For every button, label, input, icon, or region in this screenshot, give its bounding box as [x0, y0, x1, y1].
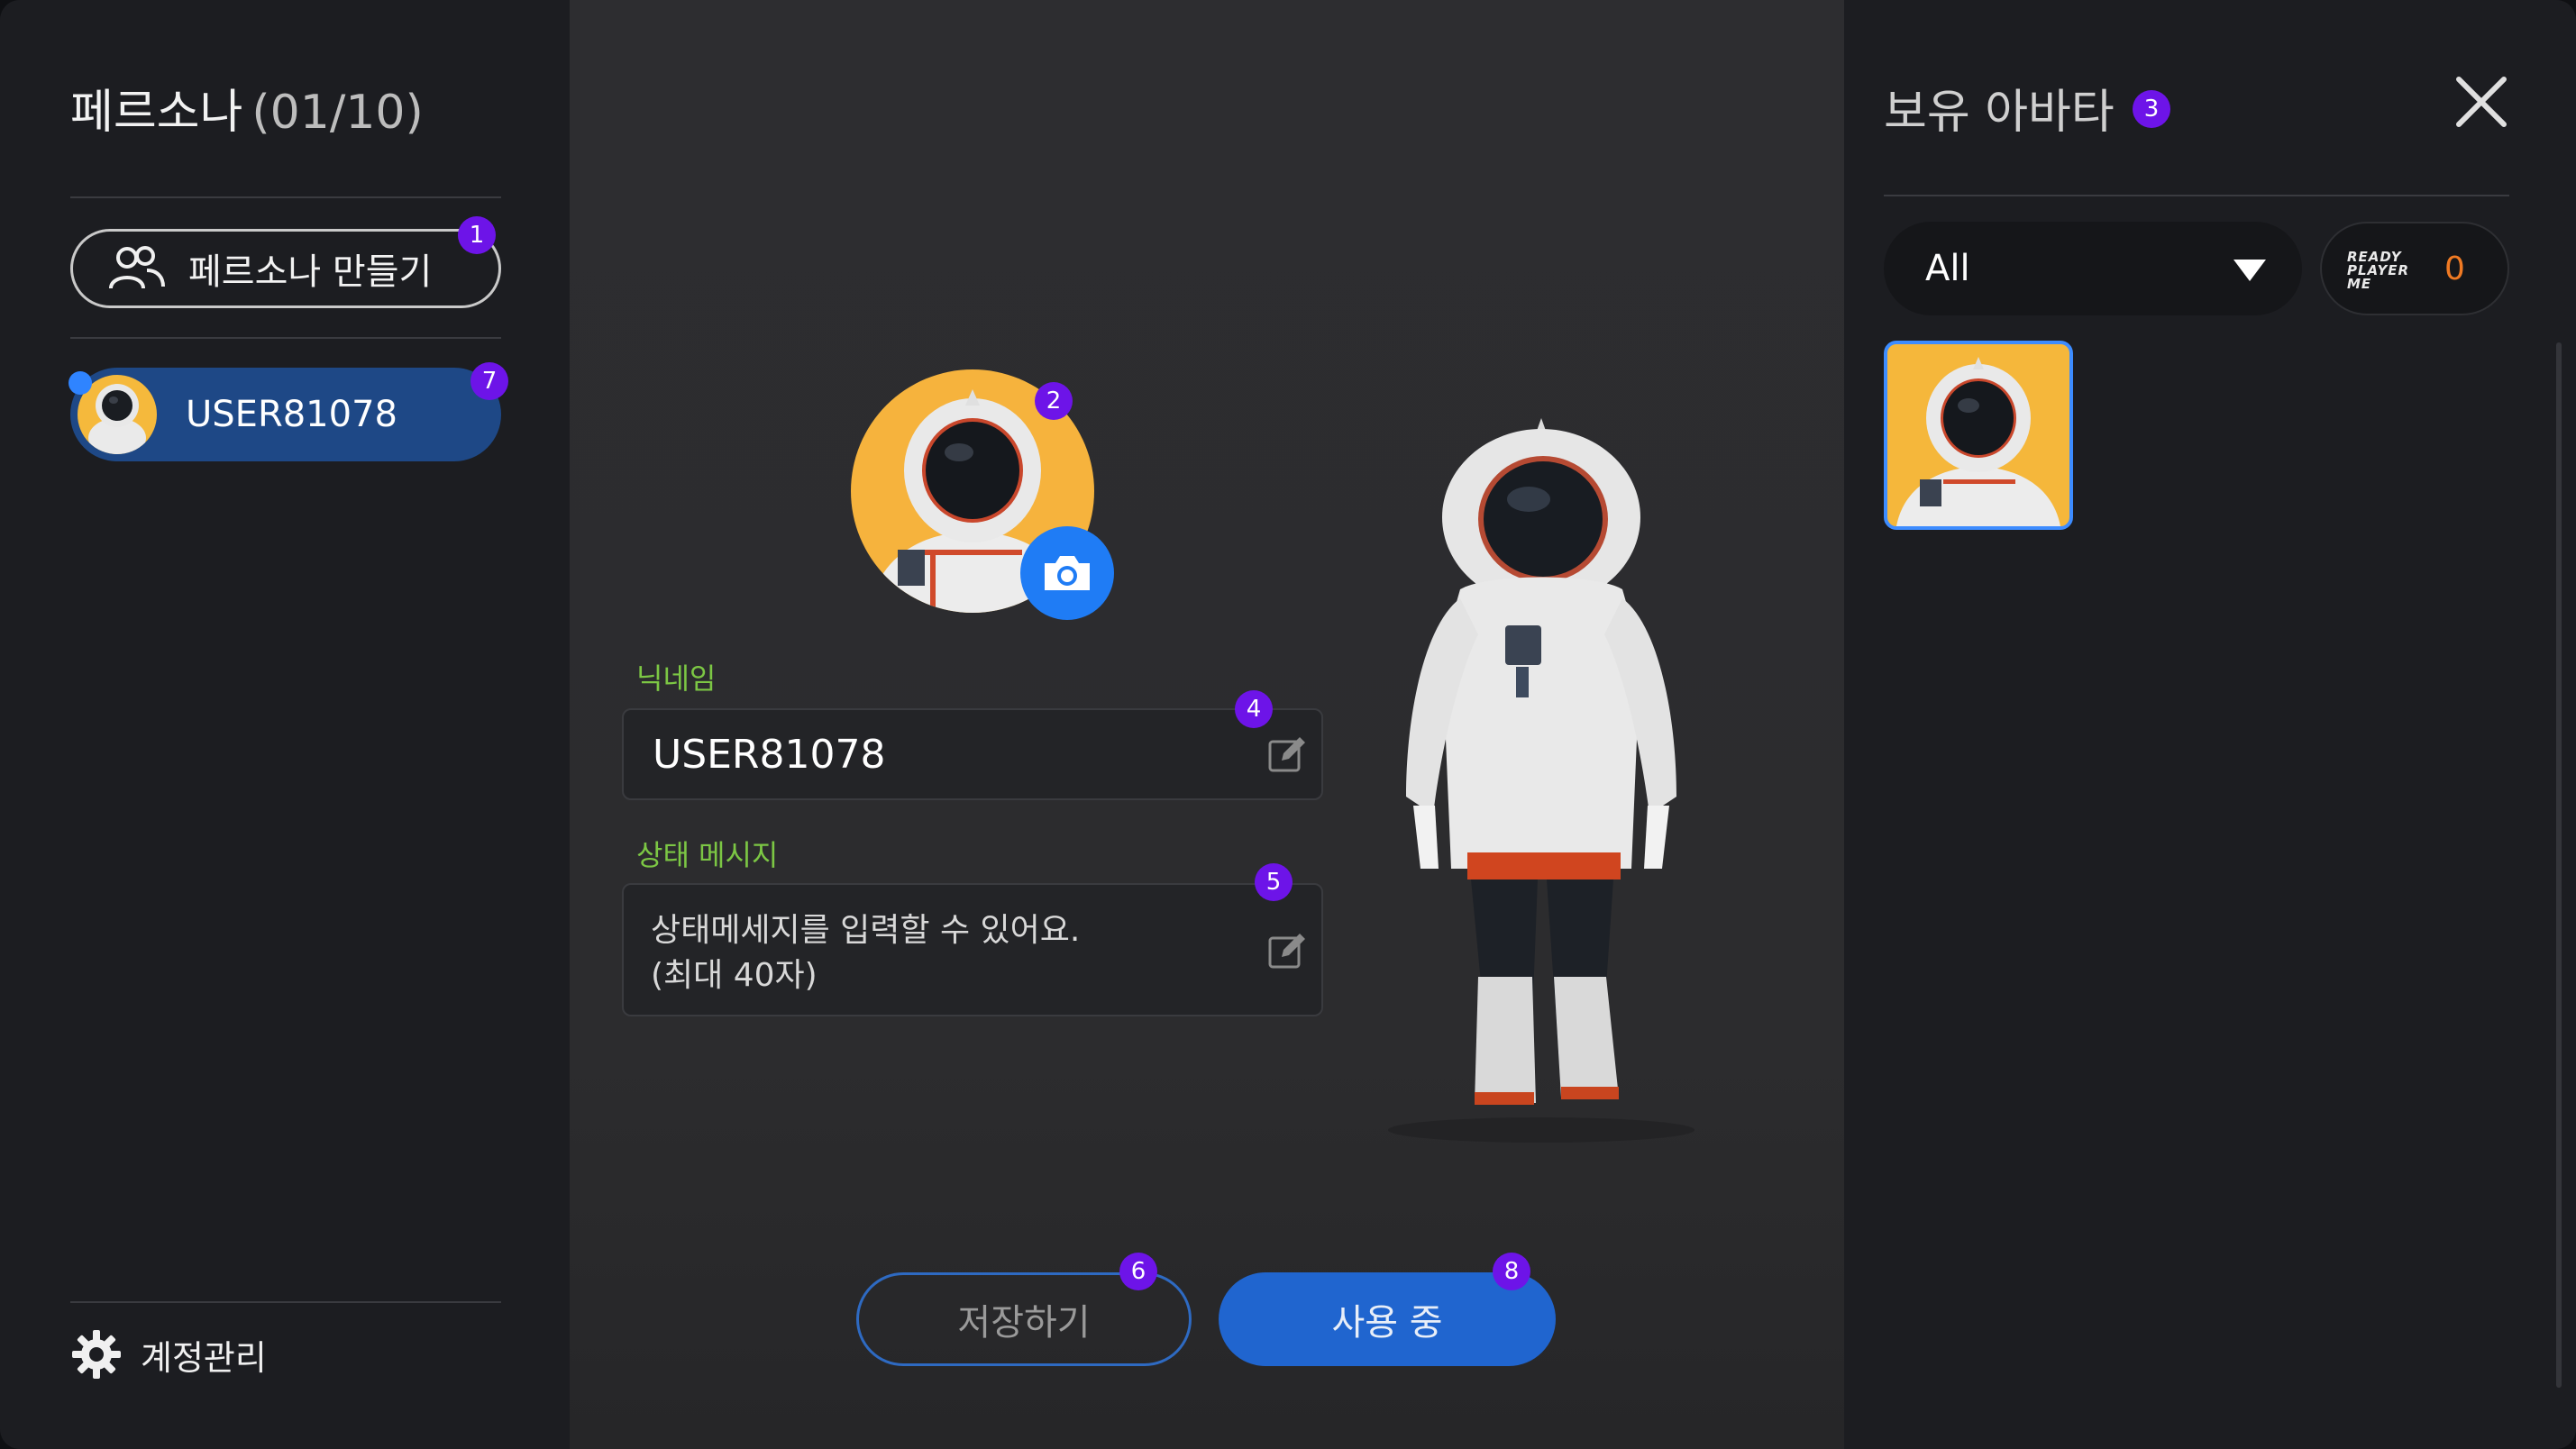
- account-settings-button[interactable]: 계정관리: [70, 1328, 267, 1381]
- edit-icon[interactable]: [1265, 930, 1309, 973]
- scrollbar[interactable]: [2556, 342, 2562, 1388]
- badge-5: 5: [1255, 863, 1293, 901]
- filter-value: All: [1925, 248, 1970, 289]
- divider: [70, 1301, 501, 1303]
- gear-icon: [72, 1330, 121, 1379]
- persona-title: 페르소나 (01/10): [70, 74, 424, 141]
- owned-avatar-card[interactable]: [1884, 341, 2073, 530]
- avatar-3d-preview: [1388, 418, 1694, 1143]
- persona-count: (01/10): [251, 86, 424, 140]
- edit-icon[interactable]: [1265, 734, 1309, 777]
- caret-down-icon: [2233, 260, 2266, 281]
- badge-3: 3: [2133, 90, 2170, 128]
- status-message-field[interactable]: 상태메세지를 입력할 수 있어요. (최대 40자): [622, 883, 1323, 1016]
- badge-4: 4: [1235, 690, 1273, 728]
- divider: [1884, 195, 2509, 196]
- create-persona-button[interactable]: 페르소나 만들기: [70, 229, 501, 308]
- nickname-field[interactable]: USER81078: [622, 708, 1323, 800]
- persona-title-text: 페르소나: [70, 86, 243, 140]
- divider: [70, 337, 501, 339]
- avatar-filter-dropdown[interactable]: All: [1884, 222, 2302, 315]
- badge-7: 7: [470, 362, 508, 400]
- ready-player-me-count: 0: [2444, 251, 2465, 287]
- badge-2: 2: [1035, 382, 1073, 420]
- persona-list-item[interactable]: USER81078: [70, 368, 501, 461]
- camera-icon: [1045, 556, 1090, 590]
- ready-player-me-button[interactable]: READY PLAYER ME 0: [2320, 222, 2509, 315]
- status-message-label: 상태 메시지: [636, 838, 779, 872]
- persona-window: 페르소나 (01/10) 페르소나 만들기 1 USER81078 7 계정관리…: [0, 0, 2576, 1449]
- change-photo-button[interactable]: [1020, 526, 1114, 620]
- close-icon[interactable]: [2453, 74, 2509, 130]
- people-icon: [109, 246, 165, 289]
- divider: [70, 196, 501, 198]
- badge-6: 6: [1119, 1253, 1157, 1290]
- status-message-placeholder: 상태메세지를 입력할 수 있어요. (최대 40자): [651, 912, 1081, 994]
- badge-1: 1: [458, 216, 496, 254]
- persona-name: USER81078: [186, 394, 397, 435]
- ready-player-me-logo: READY PLAYER ME: [2347, 249, 2410, 292]
- account-settings-label: 계정관리: [141, 1337, 267, 1378]
- badge-8: 8: [1493, 1253, 1530, 1290]
- active-indicator: [69, 371, 92, 395]
- nickname-value: USER81078: [653, 732, 886, 778]
- owned-avatars-title: 보유 아바타: [1884, 86, 2115, 140]
- nickname-label: 닉네임: [636, 661, 717, 696]
- owned-avatars-panel: [1844, 0, 2576, 1449]
- create-persona-label: 페르소나 만들기: [188, 251, 433, 293]
